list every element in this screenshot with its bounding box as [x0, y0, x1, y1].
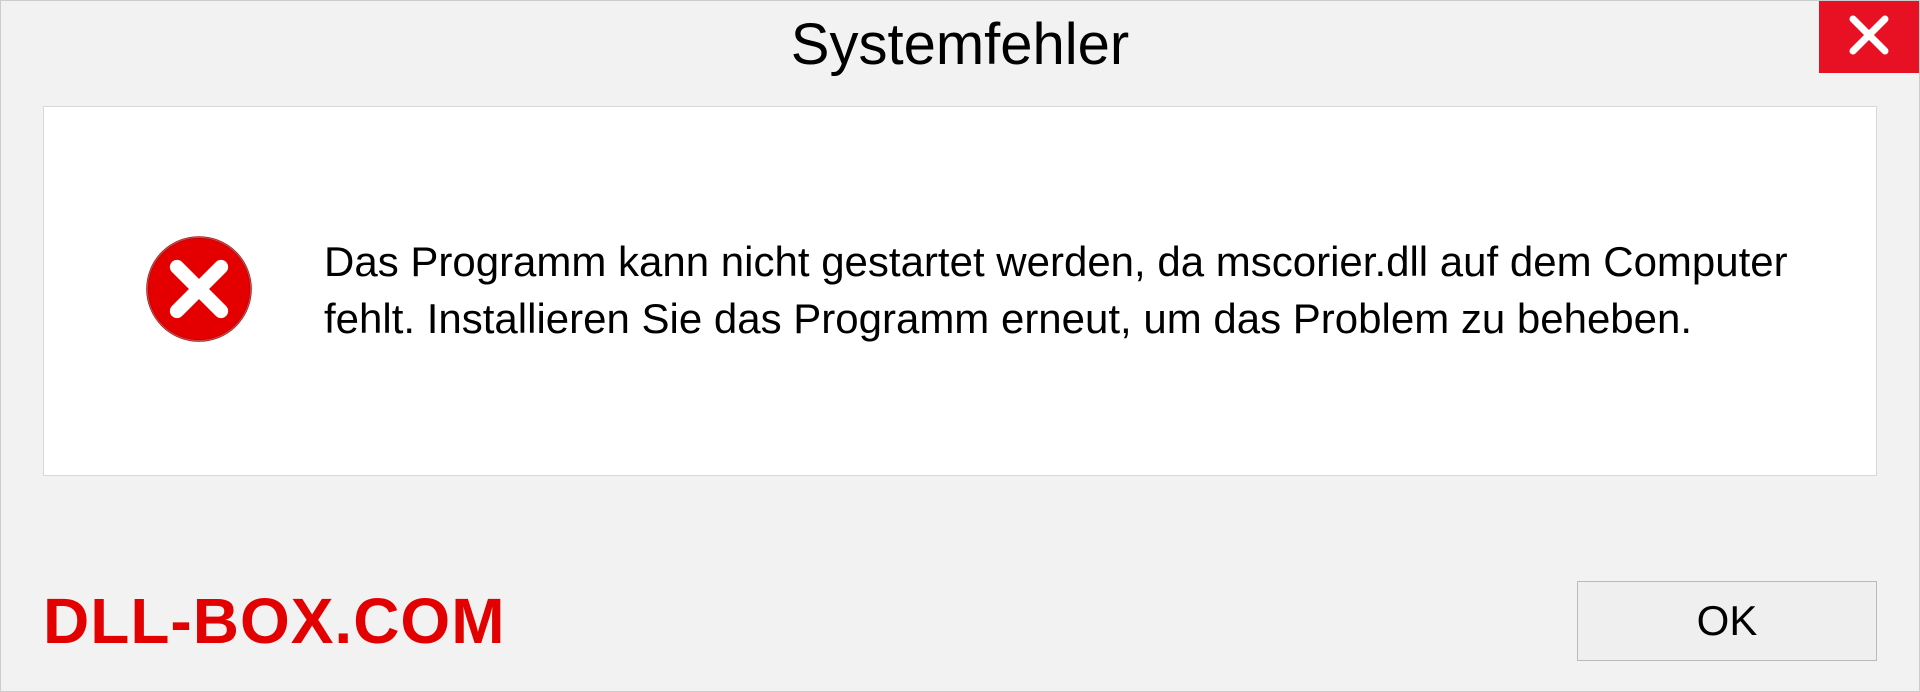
close-icon: [1845, 11, 1893, 64]
close-button[interactable]: [1819, 1, 1919, 73]
ok-button-label: OK: [1697, 597, 1758, 645]
dialog-title: Systemfehler: [791, 11, 1129, 78]
dialog-footer: DLL-BOX.COM OK: [1, 551, 1919, 691]
error-icon: [144, 234, 254, 349]
watermark-text: DLL-BOX.COM: [43, 584, 506, 658]
error-message: Das Programm kann nicht gestartet werden…: [324, 234, 1826, 347]
content-panel: Das Programm kann nicht gestartet werden…: [43, 106, 1877, 476]
titlebar: Systemfehler: [1, 1, 1919, 91]
error-dialog: Systemfehler Das Programm kann nicht ges…: [0, 0, 1920, 692]
ok-button[interactable]: OK: [1577, 581, 1877, 661]
